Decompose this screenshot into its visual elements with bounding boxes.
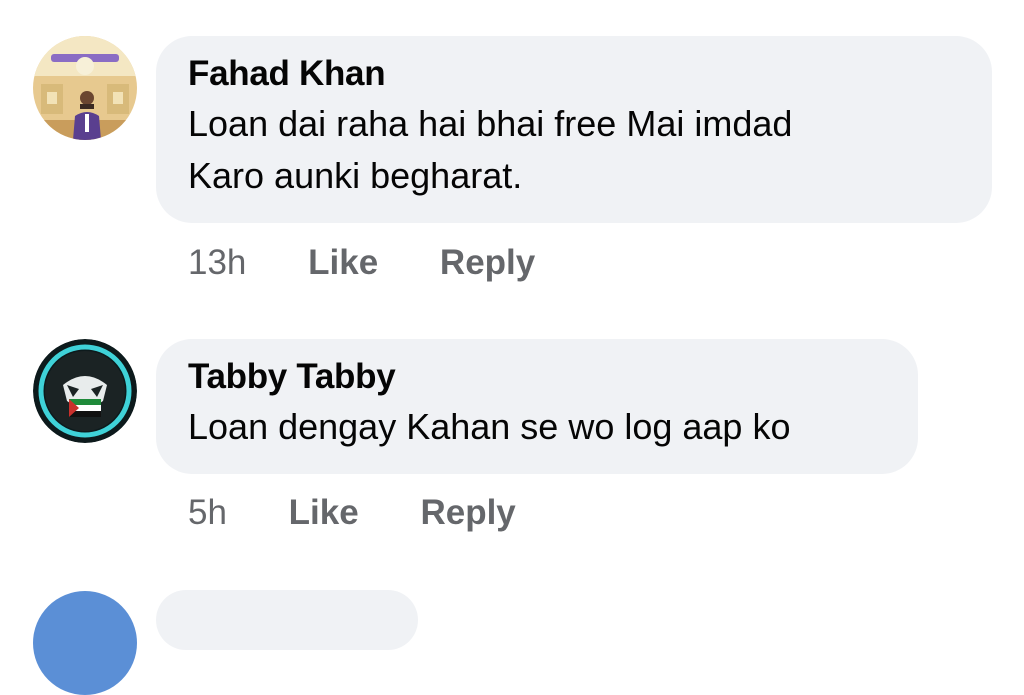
comment-bubble-1: Fahad Khan Loan dai raha hai bhai free M… xyxy=(156,36,992,223)
like-button[interactable]: Like xyxy=(289,491,359,535)
comment-text: Loan dai raha hai bhai free Mai imdad Ka… xyxy=(188,98,960,202)
reply-button[interactable]: Reply xyxy=(420,491,515,535)
comment-author[interactable]: Tabby Tabby xyxy=(188,356,886,398)
avatar-photo xyxy=(33,36,137,140)
comment-text-line: Karo aunki begharat. xyxy=(188,155,523,196)
avatar-tabby-tabby[interactable] xyxy=(33,339,137,443)
comment-text-line: Loan dengay Kahan se wo log aap ko xyxy=(188,406,791,447)
comment-text: Loan dengay Kahan se wo log aap ko xyxy=(188,401,886,453)
comment-actions: 5h Like Reply xyxy=(188,491,516,535)
reply-button[interactable]: Reply xyxy=(440,241,535,285)
comment-author[interactable]: Fahad Khan xyxy=(188,53,960,95)
comment-actions: 13h Like Reply xyxy=(188,241,535,285)
comment-bubble-3 xyxy=(156,590,418,650)
comment-bubble-2: Tabby Tabby Loan dengay Kahan se wo log … xyxy=(156,339,918,474)
like-button[interactable]: Like xyxy=(308,241,378,285)
avatar-photo xyxy=(33,339,137,443)
comment-timestamp[interactable]: 13h xyxy=(188,241,246,285)
avatar-next-comment[interactable] xyxy=(33,591,137,695)
avatar-fahad-khan[interactable] xyxy=(33,36,137,140)
comment-text-line: Loan dai raha hai bhai free Mai imdad xyxy=(188,103,793,144)
comment-timestamp[interactable]: 5h xyxy=(188,491,227,535)
